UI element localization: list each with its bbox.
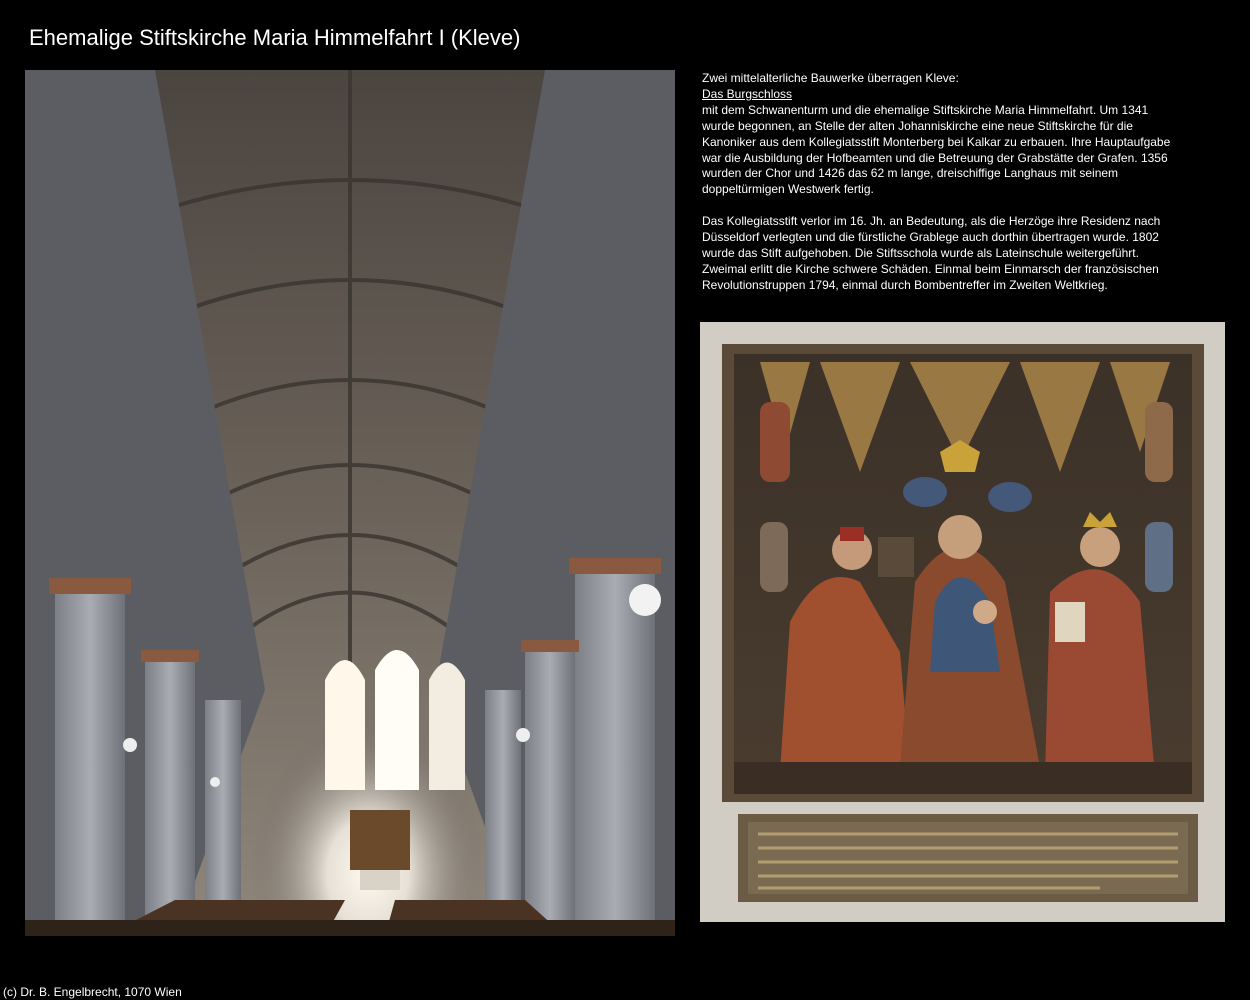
copyright-notice: (c) Dr. B. Engelbrecht, 1070 Wien [3,985,182,999]
page-title: Ehemalige Stiftskirche Maria Himmelfahrt… [29,25,521,50]
description-intro: Zwei mittelalterliche Bauwerke überragen… [702,71,959,85]
description-paragraph-2: Das Kollegiatsstift verlor im 16. Jh. an… [702,214,1161,292]
description-text: Zwei mittelalterliche Bauwerke überragen… [702,71,1172,294]
burgschloss-link[interactable]: Das Burgschloss [702,87,792,101]
description-paragraph-1: Zwei mittelalterliche Bauwerke überragen… [702,71,1172,198]
church-interior-photo [25,70,675,936]
description-paragraph-1-text: mit dem Schwanenturm und die ehemalige S… [702,102,1171,197]
carved-relief-photo [700,322,1225,922]
